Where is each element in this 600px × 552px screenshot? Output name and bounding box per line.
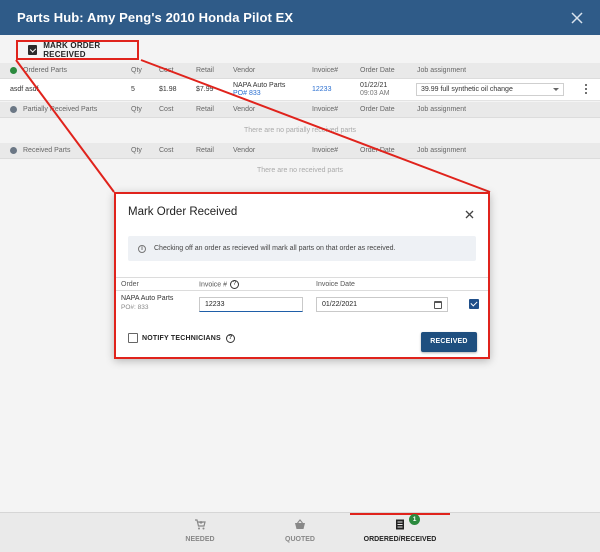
invoice-date-input[interactable]: 01/22/2021 (316, 297, 448, 312)
tab-needed-label: NEEDED (185, 536, 215, 543)
info-banner: i Checking off an order as recieved will… (128, 236, 476, 261)
col-cost: Cost (159, 106, 174, 113)
col-qty: Qty (131, 67, 142, 74)
col-qty: Qty (131, 106, 142, 113)
section-title: Partially Received Parts (23, 106, 98, 113)
help-icon[interactable]: ? (230, 280, 240, 289)
close-icon[interactable] (465, 210, 474, 219)
col-job: Job assignment (417, 106, 467, 113)
notify-technicians-checkbox[interactable] (128, 333, 138, 343)
section-title: Ordered Parts (23, 67, 67, 74)
invoice-link[interactable]: 12233 (312, 86, 331, 93)
received-button[interactable]: RECEIVED (421, 332, 477, 352)
tab-quoted-label: QUOTED (285, 536, 315, 543)
help-icon[interactable]: ? (225, 333, 235, 343)
ordered-parts-header: Ordered Parts Qty Cost Retail Vendor Inv… (0, 63, 600, 79)
partial-parts-header: Partially Received Parts Qty Cost Retail… (0, 102, 600, 118)
calendar-icon[interactable] (434, 301, 442, 309)
col-cost: Cost (159, 67, 174, 74)
col-vendor: Vendor (233, 67, 256, 74)
received-parts-header: Received Parts Qty Cost Retail Vendor In… (0, 143, 600, 159)
part-cost: $1.98 (159, 86, 177, 93)
part-retail: $7.99 (196, 86, 214, 93)
window-titlebar: Parts Hub: Amy Peng's 2010 Honda Pilot E… (0, 0, 600, 35)
order-po: PO#: 833 (121, 304, 149, 311)
notify-technicians-label: NOTIFY TECHNICIANS (142, 334, 221, 342)
section-title: Received Parts (23, 147, 71, 154)
col-vendor: Vendor (233, 147, 256, 154)
invoice-number-input[interactable]: 12233 (199, 297, 303, 312)
col-retail: Retail (196, 106, 214, 113)
mark-order-received-button[interactable]: MARK ORDER RECEIVED (16, 40, 139, 60)
ordered-parts-section: Ordered Parts Qty Cost Retail Vendor Inv… (0, 63, 600, 101)
close-icon[interactable] (571, 12, 583, 24)
partial-status-dot (10, 106, 17, 113)
order-received-checkbox[interactable] (469, 299, 479, 309)
empty-message: There are no partially received parts (0, 118, 600, 143)
invoice-date-value: 01/22/2021 (322, 301, 358, 308)
info-icon: i (138, 244, 146, 253)
mark-order-received-label: MARK ORDER RECEIVED (43, 41, 101, 59)
col-invoice: Invoice# (312, 147, 339, 154)
mark-order-received-dialog: Mark Order Received i Checking off an or… (114, 192, 490, 359)
part-vendor: NAPA Auto Parts (233, 82, 286, 89)
dialog-title: Mark Order Received (128, 206, 238, 218)
dialog-table-header: Order Invoice #? Invoice Date (116, 277, 488, 291)
tab-needed[interactable]: NEEDED (160, 513, 240, 552)
tab-ordered-label: ORDERED/RECEIVED (363, 536, 437, 543)
parts-hub-window: Parts Hub: Amy Peng's 2010 Honda Pilot E… (0, 0, 600, 552)
part-qty: 5 (131, 86, 135, 93)
col-job: Job assignment (417, 67, 467, 74)
col-vendor: Vendor (233, 106, 256, 113)
col-order: Order (121, 281, 139, 288)
notify-technicians-toggle[interactable]: NOTIFY TECHNICIANS ? (128, 333, 235, 343)
empty-message: There are no received parts (0, 159, 600, 183)
col-job: Job assignment (417, 147, 467, 154)
table-row[interactable]: asdf asdf 5 $1.98 $7.99 NAPA Auto Parts … (0, 79, 600, 101)
job-assignment-select[interactable]: 39.99 full synthetic oil change (416, 83, 564, 96)
po-link[interactable]: PO# 833 (233, 90, 261, 97)
col-invoice-number: Invoice #? (199, 280, 240, 289)
col-order-date: Order Date (360, 147, 395, 154)
info-text: Checking off an order as recieved will m… (154, 245, 396, 252)
col-invoice: Invoice# (312, 106, 339, 113)
cart-plus-icon (195, 519, 206, 530)
col-order-date: Order Date (360, 67, 395, 74)
part-name: asdf asdf (10, 86, 39, 93)
window-title: Parts Hub: Amy Peng's 2010 Honda Pilot E… (17, 10, 294, 25)
receipt-icon (396, 519, 404, 530)
col-retail: Retail (196, 67, 214, 74)
toolbar: MARK ORDER RECEIVED (0, 35, 600, 63)
checkbox-icon (28, 45, 38, 55)
ordered-status-dot (10, 67, 17, 74)
job-assignment-value: 39.99 full synthetic oil change (421, 86, 513, 93)
col-order-date: Order Date (360, 106, 395, 113)
partial-parts-section: Partially Received Parts Qty Cost Retail… (0, 102, 600, 143)
tab-ordered-received[interactable]: ORDERED/RECEIVED 1 (350, 513, 450, 552)
received-status-dot (10, 147, 17, 154)
col-cost: Cost (159, 147, 174, 154)
bottom-nav: NEEDED QUOTED ORDERED/RECEIVED 1 (0, 512, 600, 552)
col-retail: Retail (196, 147, 214, 154)
basket-icon (295, 519, 305, 529)
order-time: 09:03 AM (360, 90, 390, 97)
count-badge: 1 (409, 514, 420, 525)
col-invoice-date: Invoice Date (316, 281, 355, 288)
order-vendor: NAPA Auto Parts (121, 295, 174, 302)
col-qty: Qty (131, 147, 142, 154)
order-date: 01/22/21 (360, 82, 388, 89)
tab-quoted[interactable]: QUOTED (260, 513, 340, 552)
received-parts-section: Received Parts Qty Cost Retail Vendor In… (0, 143, 600, 183)
more-options-icon[interactable] (585, 84, 588, 96)
chevron-down-icon (553, 88, 559, 91)
col-invoice: Invoice# (312, 67, 339, 74)
